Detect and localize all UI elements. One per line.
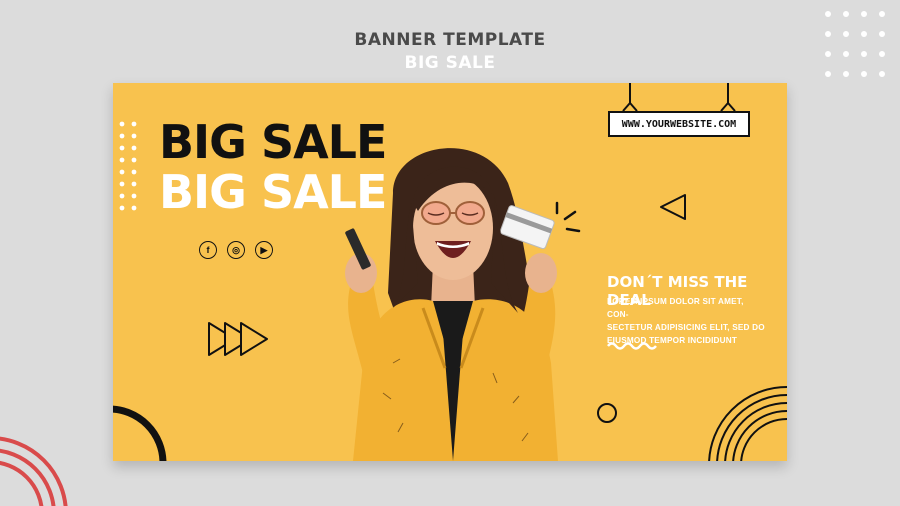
wave-line-decoration bbox=[607, 342, 657, 350]
template-subtitle: BIG SALE bbox=[404, 53, 496, 73]
dots-decoration bbox=[119, 121, 137, 211]
template-title: BANNER TEMPLATE bbox=[354, 30, 546, 50]
fast-forward-arrows-icon bbox=[208, 322, 268, 356]
deal-description: LOREM IPSUM DOLOR SIT AMET, CON- SECTETU… bbox=[607, 295, 767, 347]
deal-line: LOREM IPSUM DOLOR SIT AMET, CON- bbox=[607, 297, 744, 319]
triangle-outline-icon bbox=[660, 194, 686, 220]
facebook-icon[interactable]: f bbox=[199, 241, 217, 259]
woman-photo bbox=[345, 148, 558, 461]
deal-line: SECTETUR ADIPISICING ELIT, SED DO bbox=[607, 323, 765, 332]
sparkle-rays-icon bbox=[555, 201, 581, 233]
arc-decoration-left bbox=[113, 405, 167, 461]
rainbow-arcs-decoration bbox=[708, 386, 787, 461]
sign-hangers bbox=[622, 83, 736, 112]
dot-grid-decoration bbox=[825, 11, 885, 77]
youtube-icon[interactable]: ▶ bbox=[255, 241, 273, 259]
small-circle-decoration bbox=[597, 403, 617, 423]
banner: BIG SALE BIG SALE f ◎ ▶ WWW.YOURWEBSITE.… bbox=[113, 83, 787, 461]
corner-arc-decoration bbox=[0, 436, 68, 506]
instagram-icon[interactable]: ◎ bbox=[227, 241, 245, 259]
website-sign[interactable]: WWW.YOURWEBSITE.COM bbox=[608, 111, 750, 137]
